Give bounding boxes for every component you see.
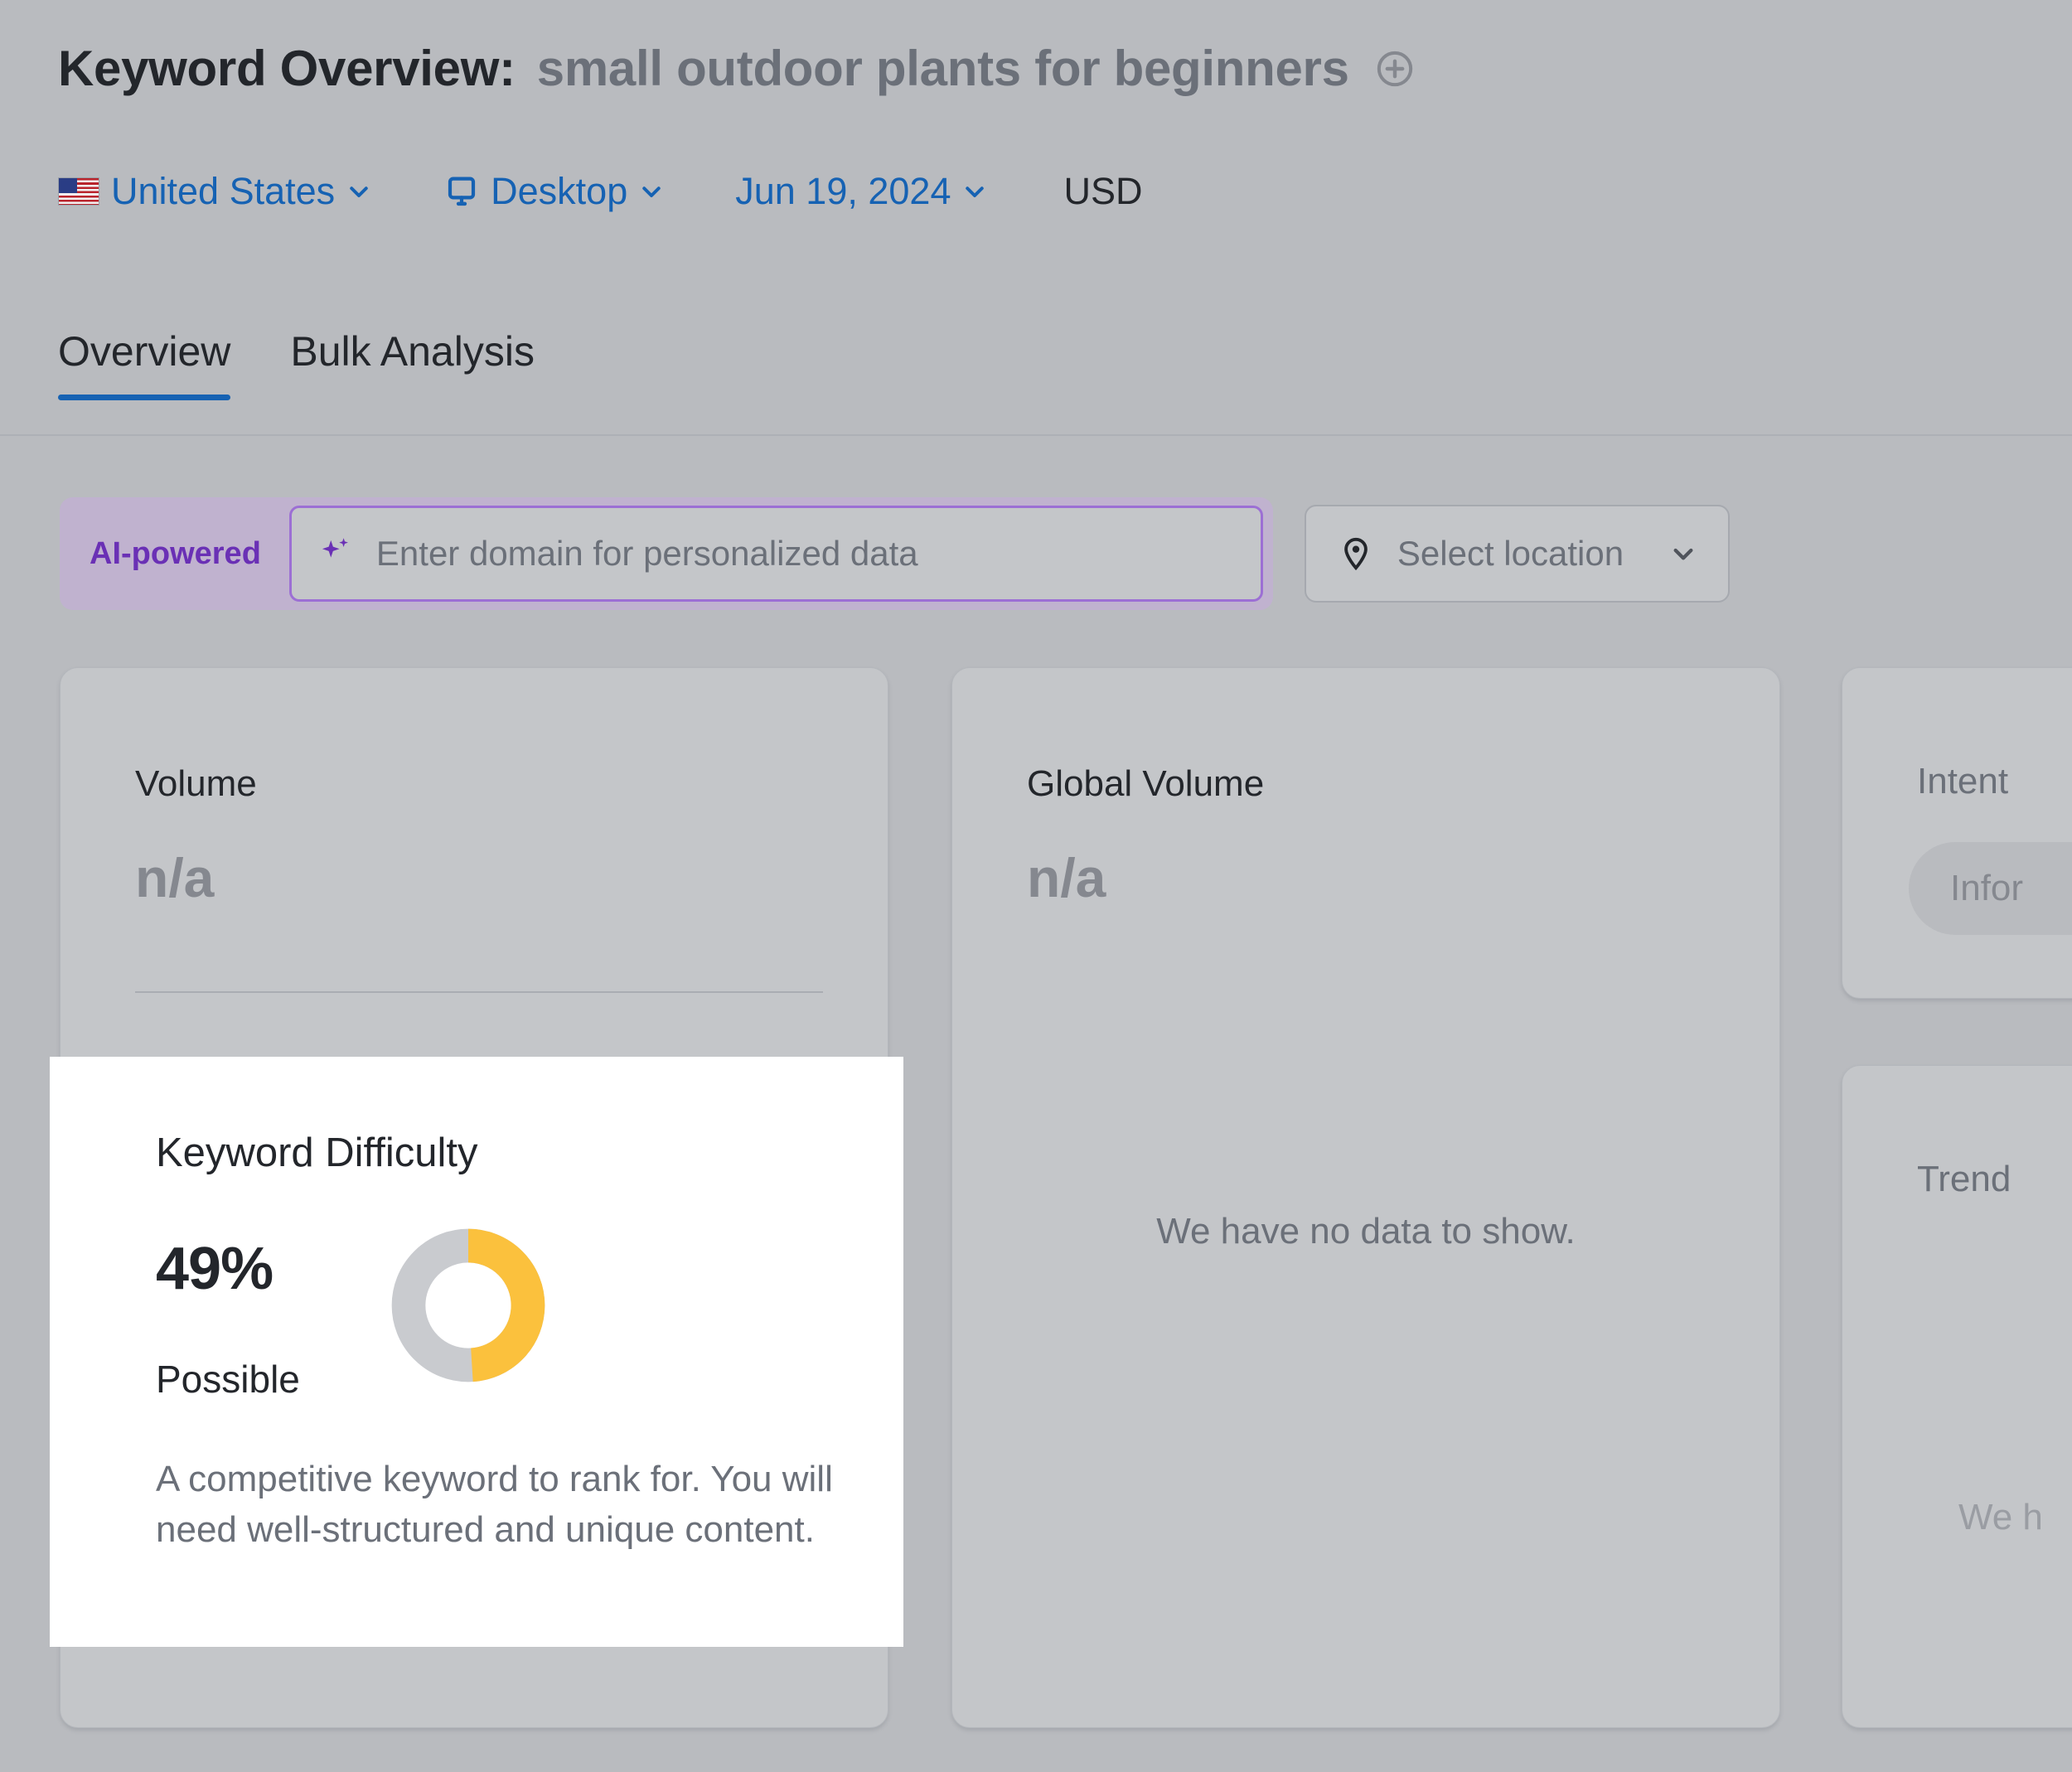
- device-label: Desktop: [491, 170, 628, 212]
- ai-domain-group: AI-powered Enter domain for personalized…: [60, 497, 1273, 610]
- keyword-difficulty-donut-chart: [391, 1228, 545, 1382]
- trend-empty-message: We h: [1958, 1497, 2043, 1537]
- intent-badge: Infor: [1909, 842, 2072, 935]
- report-tabs: Overview Bulk Analysis: [58, 327, 535, 400]
- chevron-down-icon: [962, 179, 987, 204]
- ai-powered-badge: AI-powered: [90, 535, 261, 571]
- map-pin-icon: [1338, 535, 1374, 572]
- global-volume-card-title: Global Volume: [1027, 763, 1265, 804]
- trend-card-title: Trend: [1917, 1159, 2011, 1199]
- chevron-down-icon: [346, 179, 371, 204]
- domain-input-placeholder: Enter domain for personalized data: [375, 534, 918, 573]
- date-label: Jun 19, 2024: [735, 170, 951, 212]
- intent-badge-label: Infor: [1950, 868, 2024, 908]
- chevron-down-icon: [639, 179, 664, 204]
- global-volume-empty-message: We have no data to show.: [1156, 1211, 1576, 1252]
- global-volume-card[interactable]: Global Volume n/a We have no data to sho…: [951, 667, 1780, 1728]
- device-selector[interactable]: Desktop: [444, 170, 664, 213]
- location-selector[interactable]: Select location: [1304, 505, 1731, 603]
- country-selector[interactable]: United States: [58, 170, 371, 213]
- tabs-divider: [0, 434, 2072, 436]
- page-title: Keyword Overview: small outdoor plants f…: [58, 40, 1414, 97]
- keyword-difficulty-tooltip: Keyword Difficulty 49% Possible A compet…: [50, 1057, 903, 1647]
- report-filters: United States Desktop Jun 19, 2024 USD: [58, 170, 1143, 213]
- us-flag-icon: [58, 177, 99, 206]
- desktop-monitor-icon: [444, 174, 479, 209]
- trend-card[interactable]: Trend We h: [1842, 1065, 2072, 1728]
- chevron-down-icon: [1670, 540, 1697, 567]
- tab-bulk-analysis[interactable]: Bulk Analysis: [290, 327, 535, 400]
- volume-card-value: n/a: [135, 847, 215, 908]
- page-title-keyword: small outdoor plants for beginners: [536, 41, 1349, 96]
- page-title-prefix: Keyword Overview:: [58, 41, 516, 96]
- tab-overview[interactable]: Overview: [58, 327, 231, 400]
- volume-card-divider: [135, 991, 823, 993]
- ai-personalization-bar: AI-powered Enter domain for personalized…: [60, 497, 1731, 610]
- volume-card-title: Volume: [135, 763, 257, 804]
- global-volume-card-value: n/a: [1027, 847, 1106, 908]
- keyword-difficulty-rating: Possible: [156, 1358, 300, 1401]
- intent-card-title: Intent: [1917, 761, 2009, 801]
- keyword-difficulty-percent: 49%: [156, 1236, 274, 1302]
- sparkle-icon: [317, 535, 355, 573]
- intent-card[interactable]: Intent Infor: [1842, 667, 2072, 999]
- keyword-difficulty-title: Keyword Difficulty: [156, 1130, 478, 1175]
- country-label: United States: [111, 170, 336, 212]
- plus-circle-icon[interactable]: [1376, 50, 1414, 88]
- location-label: Select location: [1397, 534, 1624, 573]
- keyword-difficulty-description: A competitive keyword to rank for. You w…: [156, 1459, 833, 1550]
- date-selector[interactable]: Jun 19, 2024: [735, 170, 987, 213]
- currency-label: USD: [1063, 170, 1143, 212]
- domain-input[interactable]: Enter domain for personalized data: [288, 506, 1263, 602]
